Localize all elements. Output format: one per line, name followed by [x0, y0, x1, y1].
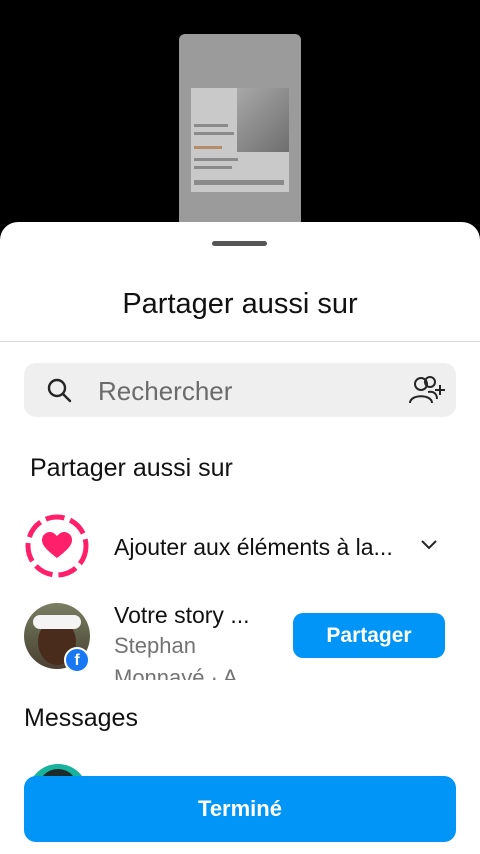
messages-section-title: Messages [24, 704, 138, 732]
story-account-detail: Monnayé · A [114, 665, 238, 680]
story-preview-line [194, 158, 238, 161]
divider [0, 341, 480, 342]
chevron-down-icon[interactable] [420, 539, 438, 551]
drag-handle[interactable] [212, 241, 267, 246]
story-preview-line [194, 124, 228, 127]
heart-ring-icon [25, 514, 89, 578]
add-people-icon[interactable] [408, 375, 446, 405]
share-sheet: Partager aussi sur Partager aussi sur Aj… [0, 222, 480, 854]
search-icon [47, 378, 72, 403]
search-bar[interactable] [24, 363, 456, 419]
story-share-text: Votre story ... Stephan Monnayé · A [114, 600, 274, 680]
done-button[interactable]: Terminé [24, 776, 456, 842]
story-preview [179, 34, 301, 234]
story-preview-image [237, 88, 289, 152]
story-account-name: Stephan [114, 633, 196, 658]
story-preview-line [194, 146, 222, 149]
story-preview-line [194, 166, 232, 169]
story-preview-line [194, 132, 234, 135]
search-input[interactable] [96, 363, 400, 419]
story-preview-line [194, 180, 284, 185]
story-preview-card [191, 88, 289, 192]
story-title: Votre story ... [114, 602, 250, 628]
add-to-highlights-row[interactable]: Ajouter aux éléments à la... [0, 512, 480, 578]
story-share-row: f Votre story ... Stephan Monnayé · A Pa… [0, 600, 480, 680]
add-to-highlights-label: Ajouter aux éléments à la... [114, 534, 393, 560]
share-button[interactable]: Partager [293, 613, 445, 658]
sheet-title: Partager aussi sur [122, 288, 358, 320]
facebook-icon: f [64, 647, 90, 673]
share-section-title: Partager aussi sur [30, 454, 233, 482]
